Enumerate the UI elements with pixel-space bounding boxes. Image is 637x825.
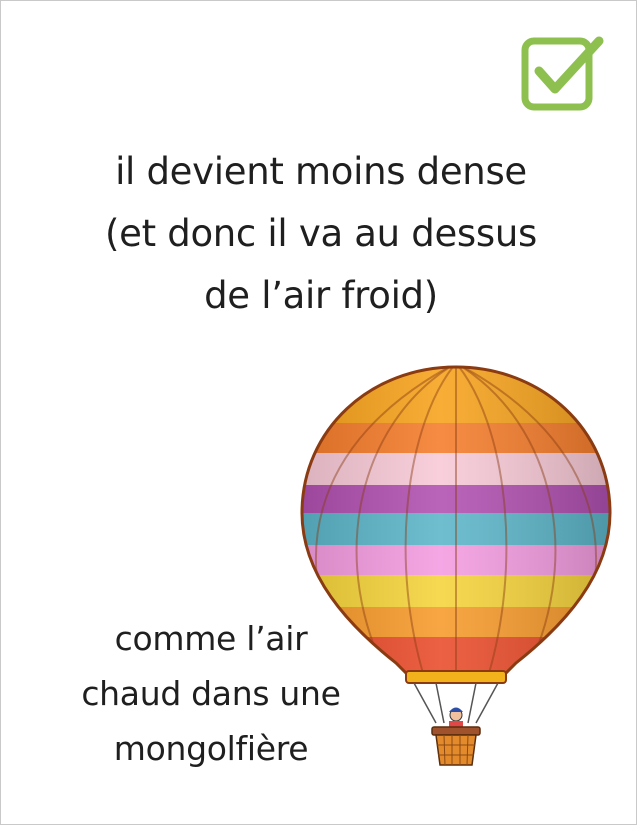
balloon-skirt [405,670,507,684]
flash-card: il devient moins dense (et donc il va au… [0,0,637,825]
main-line-3: de l’air froid) [204,274,438,317]
hot-air-balloon-illustration [300,365,612,766]
balloon-basket [431,726,481,766]
main-statement: il devient moins dense (et donc il va au… [61,141,581,327]
main-line-2: (et donc il va au dessus [104,212,537,255]
checkbox-checked-icon [521,36,604,111]
main-line-1: il devient moins dense [115,150,527,193]
